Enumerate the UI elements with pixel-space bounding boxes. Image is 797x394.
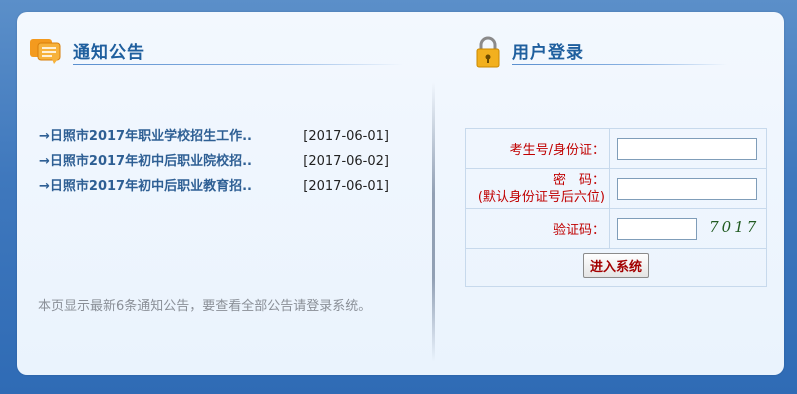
list-item: →日照市2017年初中后职业教育招.. [2017-06-01] (39, 176, 389, 201)
notice-link[interactable]: →日照市2017年初中后职业院校招.. (39, 151, 252, 176)
notice-date: [2017-06-02] (303, 154, 389, 169)
captcha-input[interactable] (617, 217, 697, 240)
list-item: →日照市2017年职业学校招生工作.. [2017-06-01] (39, 126, 389, 151)
submit-button[interactable]: 进入系统 (582, 253, 649, 278)
login-form: 考生号/身份证： 密 码： (默认身份证号后六位) 验证码： 7017 进入系统 (465, 128, 767, 287)
password-label-cell: 密 码： (默认身份证号后六位) (465, 168, 610, 209)
password-label: 密 码： (552, 172, 605, 188)
speech-bubble-icon (30, 37, 62, 65)
padlock-icon (475, 36, 501, 68)
notice-title-text: 通知公告 (73, 43, 145, 63)
login-title-text: 用户登录 (512, 43, 584, 63)
password-hint: (默认身份证号后六位) (477, 189, 605, 205)
notice-link[interactable]: →日照市2017年职业学校招生工作.. (39, 126, 252, 151)
notice-date: [2017-06-01] (303, 129, 389, 144)
notice-section-title: 通知公告 (73, 38, 145, 63)
notice-list: →日照市2017年职业学校招生工作.. [2017-06-01] →日照市201… (39, 126, 389, 201)
captcha-image[interactable]: 7017 (709, 218, 757, 238)
login-title-underline (512, 64, 727, 65)
list-item: →日照市2017年初中后职业院校招.. [2017-06-02] (39, 151, 389, 176)
login-section-title: 用户登录 (512, 38, 584, 63)
main-panel: 通知公告 →日照市2017年职业学校招生工作.. [2017-06-01] →日… (17, 12, 784, 375)
notice-footnote: 本页显示最新6条通知公告，要查看全部公告请登录系统。 (38, 299, 372, 314)
notice-link[interactable]: →日照市2017年初中后职业教育招.. (39, 176, 252, 201)
section-divider (432, 82, 435, 362)
id-label: 考生号/身份证： (465, 128, 610, 169)
notice-date: [2017-06-01] (303, 179, 389, 194)
captcha-label: 验证码： (465, 208, 610, 249)
notice-title-underline (73, 64, 403, 65)
id-number-input[interactable] (617, 137, 757, 160)
password-input[interactable] (617, 177, 757, 200)
